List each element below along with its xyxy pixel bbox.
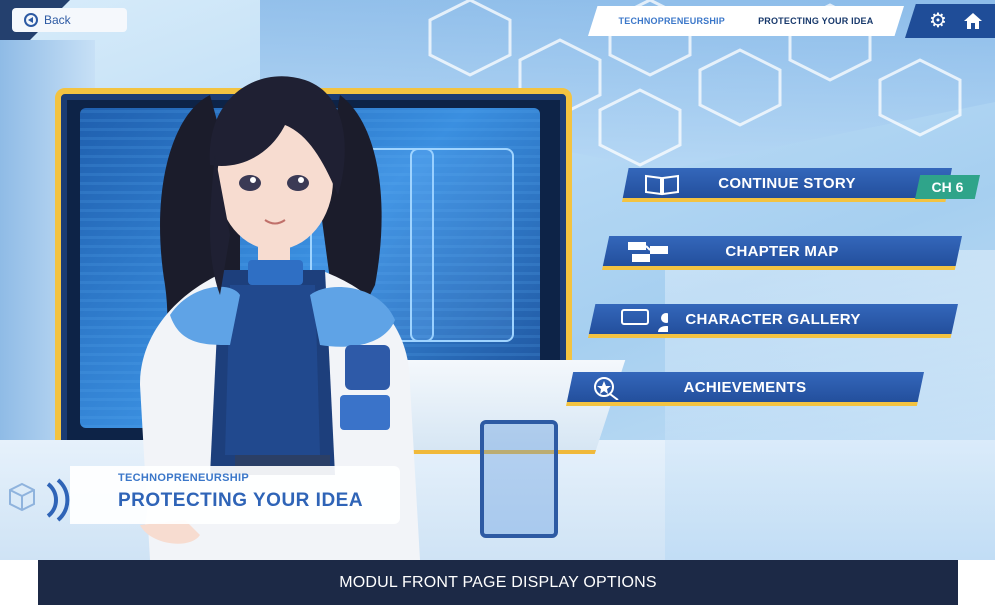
home-icon[interactable] [963,11,983,31]
back-label: Back [44,13,71,27]
top-bar: Back TECHNOPRENEURSHIP PROTECTING YOUR I… [0,0,995,40]
chapter-map-label: CHAPTER MAP [725,242,839,260]
gear-icon[interactable]: ⚙ [929,11,947,31]
character-gallery-button[interactable]: CHARACTER GALLERY [588,304,958,338]
module-subtitle: TECHNOPRENEURSHIP [118,472,250,484]
chair [480,420,558,538]
achievements-button[interactable]: ACHIEVEMENTS [566,372,924,406]
character-gallery-label: CHARACTER GALLERY [685,310,861,328]
main-menu-screen: Back TECHNOPRENEURSHIP PROTECTING YOUR I… [0,0,995,605]
breadcrumb-module: PROTECTING YOUR IDEA [758,16,874,26]
breadcrumb-course[interactable]: TECHNOPRENEURSHIP [619,16,725,26]
continue-story-button[interactable]: CONTINUE STORY [622,168,952,202]
chapter-badge: CH 6 [915,175,980,199]
back-button[interactable]: Back [12,8,127,32]
cube-icon [9,478,70,522]
figure-caption: MODUL FRONT PAGE DISPLAY OPTIONS [38,560,958,605]
breadcrumb: TECHNOPRENEURSHIP PROTECTING YOUR IDEA [588,6,904,36]
continue-story-label: CONTINUE STORY [718,174,856,192]
chapter-map-button[interactable]: CHAPTER MAP [602,236,962,270]
module-title-card: TECHNOPRENEURSHIP PROTECTING YOUR IDEA [0,460,420,530]
module-title: PROTECTING YOUR IDEA [118,490,364,511]
achievements-label: ACHIEVEMENTS [683,378,807,396]
top-icon-strip: ⚙ [905,4,995,38]
back-arrow-icon [24,13,38,27]
